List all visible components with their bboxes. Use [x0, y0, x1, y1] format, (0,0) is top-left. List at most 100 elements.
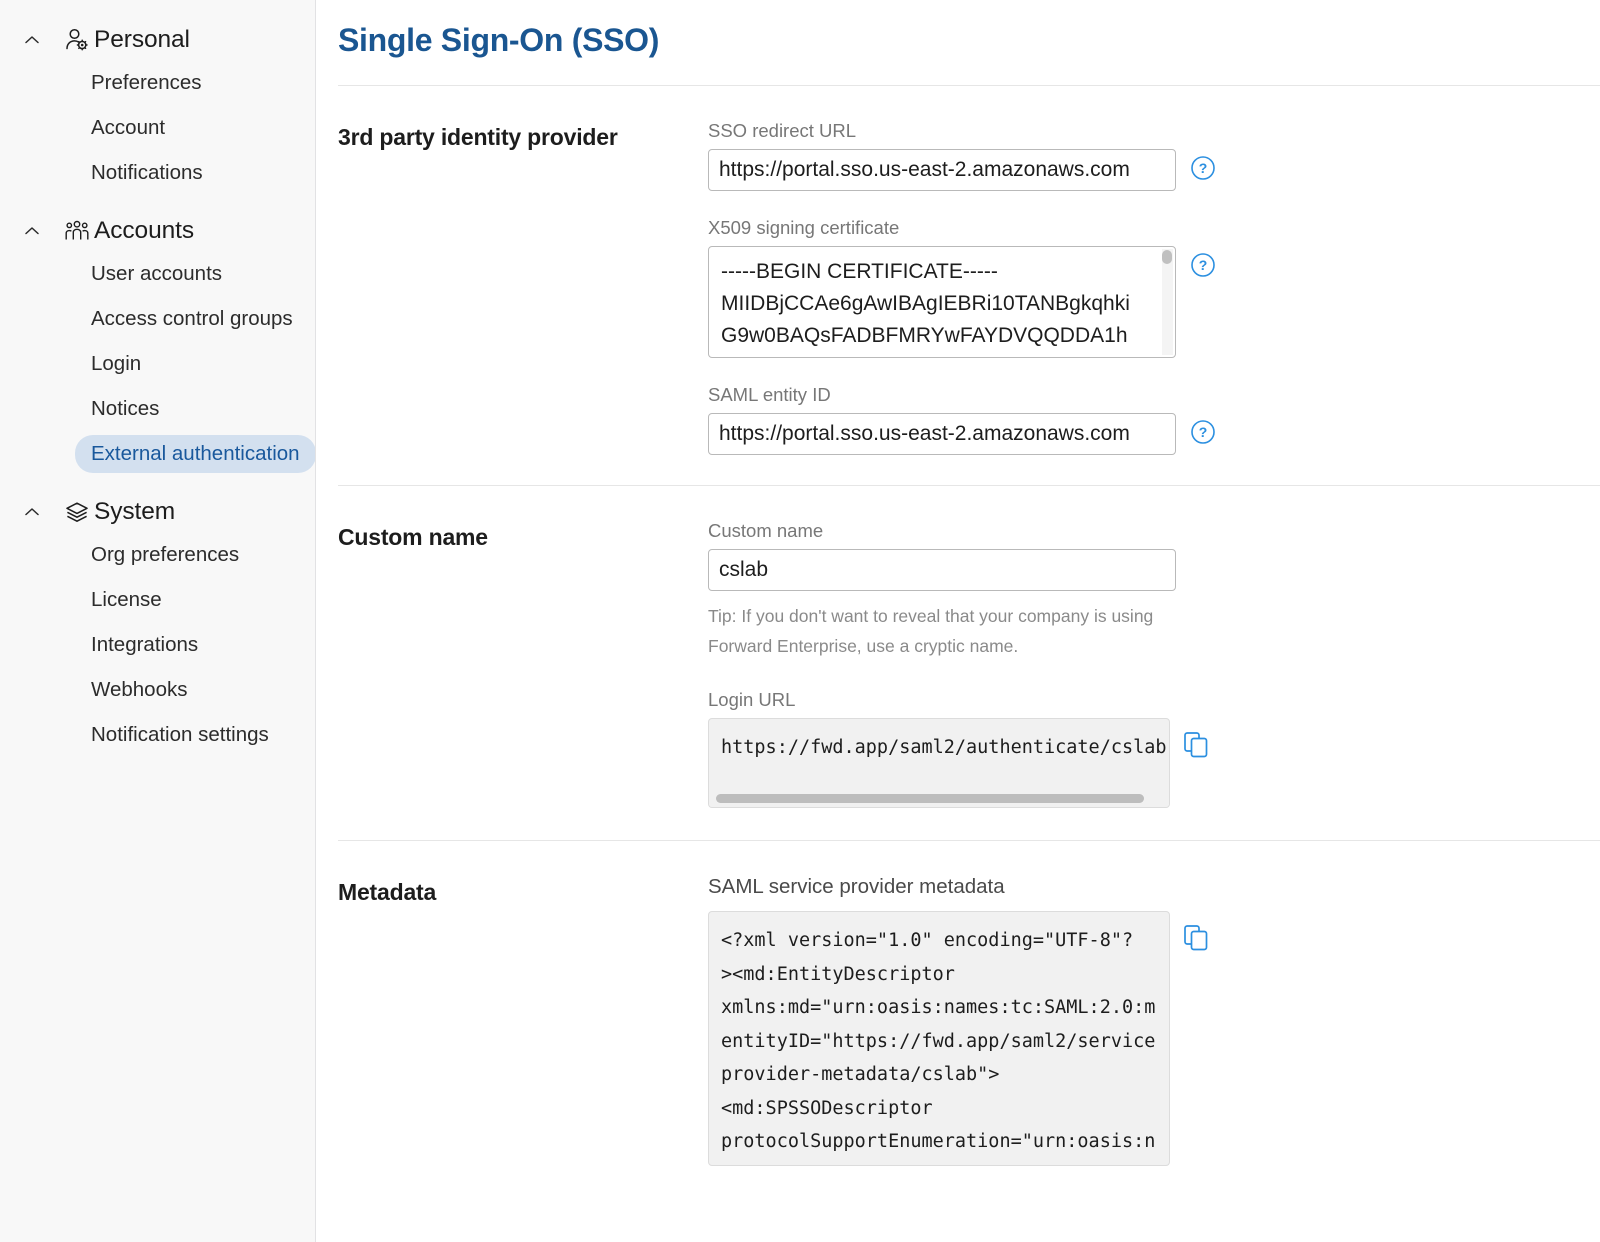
layers-icon	[62, 499, 92, 525]
field-login-url: Login URL https://fwd.app/saml2/authenti…	[708, 689, 1600, 808]
section-title: Custom name	[338, 524, 488, 550]
vertical-scrollbar-track[interactable]	[1162, 249, 1173, 355]
vertical-scrollbar-thumb[interactable]	[1162, 250, 1172, 264]
xml-line: ><md:EntityDescriptor	[721, 963, 955, 985]
section-identity-provider: 3rd party identity provider SSO redirect…	[316, 86, 1600, 455]
svg-text:?: ?	[1199, 160, 1208, 176]
field-custom-name: Custom name cslab Tip: If you don't want…	[708, 520, 1600, 661]
sidebar-item-webhooks[interactable]: Webhooks	[0, 667, 315, 712]
chevron-up-icon[interactable]	[22, 221, 44, 241]
custom-name-tip: Tip: If you don't want to reveal that yo…	[708, 601, 1178, 661]
sidebar-item-label: External authentication	[75, 434, 315, 473]
sidebar-item-account[interactable]: Account	[0, 105, 315, 150]
copy-icon[interactable]	[1184, 732, 1208, 758]
xml-line: xmlns:md="urn:oasis:names:tc:SAML:2.0:m	[721, 997, 1156, 1018]
section-metadata: Metadata SAML service provider metadata …	[316, 841, 1600, 1166]
sidebar-item-integrations[interactable]: Integrations	[0, 622, 315, 667]
tip-line: Tip: If you don't want to reveal that yo…	[708, 606, 1154, 626]
svg-text:?: ?	[1199, 424, 1208, 440]
page-title: Single Sign-On (SSO)	[338, 22, 660, 58]
sidebar-item-access-control-groups[interactable]: Access control groups	[0, 296, 315, 341]
sidebar-item-notification-settings[interactable]: Notification settings	[0, 712, 315, 757]
field-saml-entity-id: SAML entity ID https://portal.sso.us-eas…	[708, 384, 1600, 455]
group-label: System	[94, 498, 176, 525]
field-label: SAML entity ID	[708, 384, 831, 405]
people-group-icon	[62, 218, 92, 244]
section-fields: SSO redirect URL https://portal.sso.us-e…	[708, 120, 1600, 455]
chevron-up-icon[interactable]	[22, 502, 44, 522]
section-custom-name: Custom name Custom name cslab Tip: If yo…	[316, 486, 1600, 808]
sso-redirect-url-input[interactable]: https://portal.sso.us-east-2.amazonaws.c…	[708, 149, 1176, 191]
sidebar-item-label: Notification settings	[91, 722, 269, 746]
nav-group-system: System Org preferences License Integrati…	[0, 492, 315, 757]
group-header-accounts[interactable]: Accounts	[0, 211, 315, 251]
svg-text:?: ?	[1199, 257, 1208, 273]
group-header-system[interactable]: System	[0, 492, 315, 532]
xml-line: entityID="https://fwd.app/saml2/service	[721, 1030, 1156, 1052]
sidebar-item-preferences[interactable]: Preferences	[0, 60, 315, 105]
input-row: cslab	[708, 549, 1600, 591]
sidebar-item-label: Notices	[91, 396, 160, 420]
input-row: <?xml version="1.0" encoding="UTF-8"? ><…	[708, 911, 1600, 1166]
field-label: Login URL	[708, 689, 796, 710]
section-title: Metadata	[338, 879, 437, 905]
field-label: SSO redirect URL	[708, 120, 857, 141]
group-header-personal[interactable]: Personal	[0, 20, 315, 60]
sidebar-item-label: Org preferences	[91, 542, 240, 566]
section-fields: SAML service provider metadata <?xml ver…	[708, 875, 1600, 1166]
xml-line: protocolSupportEnumeration="urn:oasis:n	[721, 1131, 1156, 1152]
saml-entity-id-input[interactable]: https://portal.sso.us-east-2.amazonaws.c…	[708, 413, 1176, 455]
sidebar-item-label: License	[91, 587, 162, 611]
section-fields: Custom name cslab Tip: If you don't want…	[708, 520, 1600, 808]
login-url-value: https://fwd.app/saml2/authenticate/cslab	[721, 737, 1167, 758]
sidebar-item-org-preferences[interactable]: Org preferences	[0, 532, 315, 577]
xml-line: <?xml version="1.0" encoding="UTF-8"?	[721, 930, 1134, 951]
xml-line: provider-metadata/cslab">	[721, 1064, 1000, 1085]
help-circle-icon[interactable]: ?	[1190, 252, 1216, 278]
group-label: Accounts	[94, 217, 194, 244]
sidebar-item-user-accounts[interactable]: User accounts	[0, 251, 315, 296]
person-gear-icon	[62, 27, 92, 53]
tip-line: Forward Enterprise, use a cryptic name.	[708, 636, 1019, 656]
input-row: -----BEGIN CERTIFICATE----- MIIDBjCCAe6g…	[708, 246, 1600, 358]
field-label: Custom name	[708, 520, 824, 541]
help-circle-icon[interactable]: ?	[1190, 419, 1216, 445]
nav-group-accounts: Accounts User accounts Access control gr…	[0, 211, 315, 476]
xml-line: <md:SPSSODescriptor	[721, 1097, 933, 1119]
x509-certificate-textarea[interactable]: -----BEGIN CERTIFICATE----- MIIDBjCCAe6g…	[708, 246, 1176, 358]
saml-metadata-readonly-box[interactable]: <?xml version="1.0" encoding="UTF-8"? ><…	[708, 911, 1170, 1166]
sidebar-item-label: Login	[91, 351, 142, 375]
sidebar-item-label: Account	[91, 115, 166, 139]
certificate-line: G9w0BAQsFADBFMRYwFAYDVQQDDA1h	[721, 324, 1128, 347]
sidebar-item-notices[interactable]: Notices	[0, 386, 315, 431]
field-label: X509 signing certificate	[708, 217, 900, 238]
certificate-line: -----BEGIN CERTIFICATE-----	[721, 260, 998, 283]
sidebar-item-label: Access control groups	[91, 306, 293, 330]
sidebar-item-login[interactable]: Login	[0, 341, 315, 386]
field-sso-redirect-url: SSO redirect URL https://portal.sso.us-e…	[708, 120, 1600, 191]
horizontal-scrollbar-thumb[interactable]	[716, 794, 1144, 803]
custom-name-input[interactable]: cslab	[708, 549, 1176, 591]
sidebar-item-label: Webhooks	[91, 677, 188, 701]
help-circle-icon[interactable]: ?	[1190, 155, 1216, 181]
input-row: https://fwd.app/saml2/authenticate/cslab	[708, 718, 1600, 808]
login-url-readonly-box[interactable]: https://fwd.app/saml2/authenticate/cslab	[708, 718, 1170, 808]
sidebar-item-label: Notifications	[91, 160, 203, 184]
nav-group-personal: Personal Preferences Account Notificatio…	[0, 20, 315, 195]
field-label: SAML service provider metadata	[708, 875, 1005, 898]
main-content: Single Sign-On (SSO) 3rd party identity …	[316, 0, 1600, 1242]
section-title: 3rd party identity provider	[338, 124, 618, 150]
field-saml-metadata: SAML service provider metadata <?xml ver…	[708, 875, 1600, 1166]
group-label: Personal	[94, 26, 190, 53]
field-x509-certificate: X509 signing certificate -----BEGIN CERT…	[708, 217, 1600, 358]
sidebar: Personal Preferences Account Notificatio…	[0, 0, 316, 1242]
sidebar-item-label: Preferences	[91, 70, 202, 94]
sidebar-item-license[interactable]: License	[0, 577, 315, 622]
chevron-up-icon[interactable]	[22, 30, 44, 50]
sidebar-item-label: Integrations	[91, 632, 199, 656]
copy-icon[interactable]	[1184, 925, 1208, 951]
sidebar-item-external-authentication[interactable]: External authentication	[0, 431, 315, 476]
certificate-line: MIIDBjCCAe6gAwIBAgIEBRi10TANBgkqhki	[721, 292, 1130, 315]
input-row: https://portal.sso.us-east-2.amazonaws.c…	[708, 413, 1600, 455]
sidebar-item-notifications[interactable]: Notifications	[0, 150, 315, 195]
